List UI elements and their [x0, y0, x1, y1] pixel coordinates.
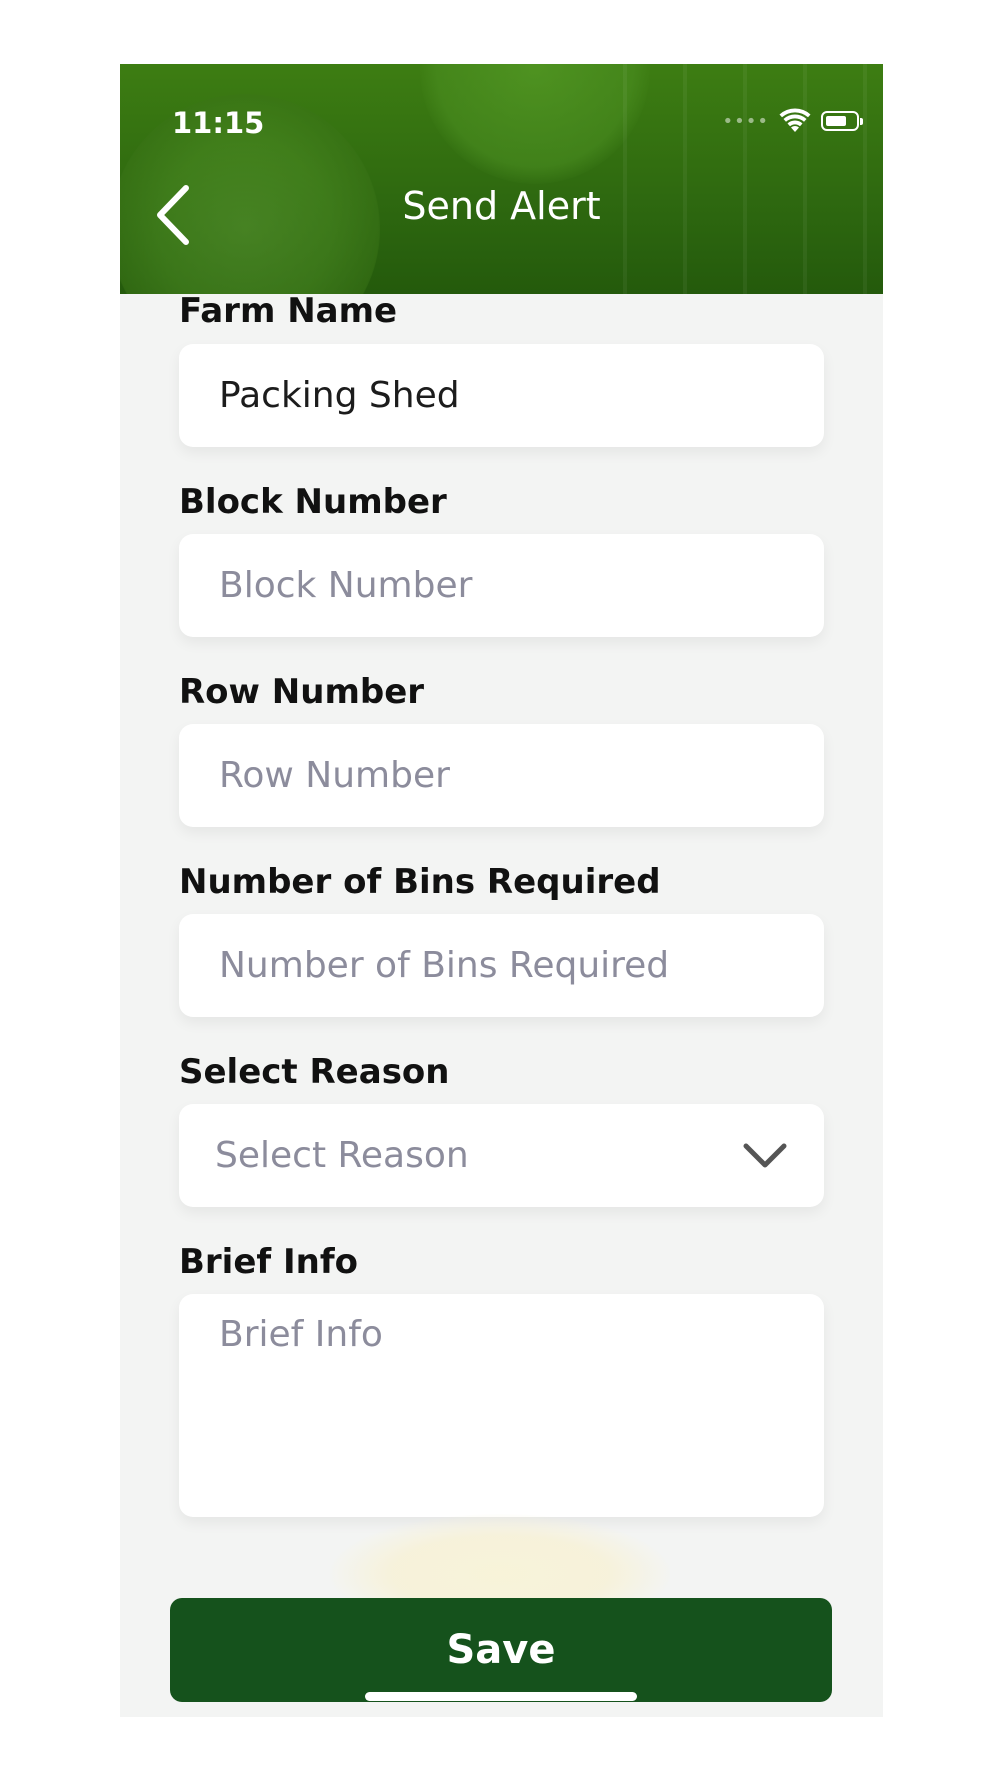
- select-reason-placeholder: Select Reason: [215, 1135, 469, 1176]
- header-banner: 11:15 •••• Send Alert: [120, 64, 883, 294]
- bins-required-field[interactable]: Number of Bins Required: [179, 914, 824, 1017]
- header-background-wood: [623, 64, 883, 294]
- chevron-down-icon: [743, 1143, 787, 1168]
- farm-name-label: Farm Name: [179, 291, 398, 331]
- phone-screen: 11:15 •••• Send Alert Farm Name Packing …: [120, 64, 883, 1717]
- block-number-label: Block Number: [179, 482, 447, 522]
- select-reason-label: Select Reason: [179, 1052, 450, 1092]
- signal-icon: ••••: [722, 110, 769, 132]
- brief-info-textarea[interactable]: Brief Info: [179, 1294, 824, 1517]
- brief-info-label: Brief Info: [179, 1242, 359, 1282]
- header-background-fruit: [420, 64, 650, 184]
- select-reason-dropdown[interactable]: Select Reason: [179, 1104, 824, 1207]
- row-number-label: Row Number: [179, 672, 425, 712]
- page-title: Send Alert: [402, 184, 601, 228]
- bins-required-label: Number of Bins Required: [179, 862, 661, 902]
- status-icons: ••••: [722, 106, 863, 136]
- row-number-field[interactable]: Row Number: [179, 724, 824, 827]
- farm-name-field[interactable]: Packing Shed: [179, 344, 824, 447]
- wifi-icon: [779, 108, 811, 132]
- battery-icon: [821, 111, 863, 131]
- block-number-field[interactable]: Block Number: [179, 534, 824, 637]
- save-button[interactable]: Save: [170, 1598, 832, 1702]
- status-time: 11:15: [172, 106, 265, 140]
- home-indicator: [365, 1692, 637, 1701]
